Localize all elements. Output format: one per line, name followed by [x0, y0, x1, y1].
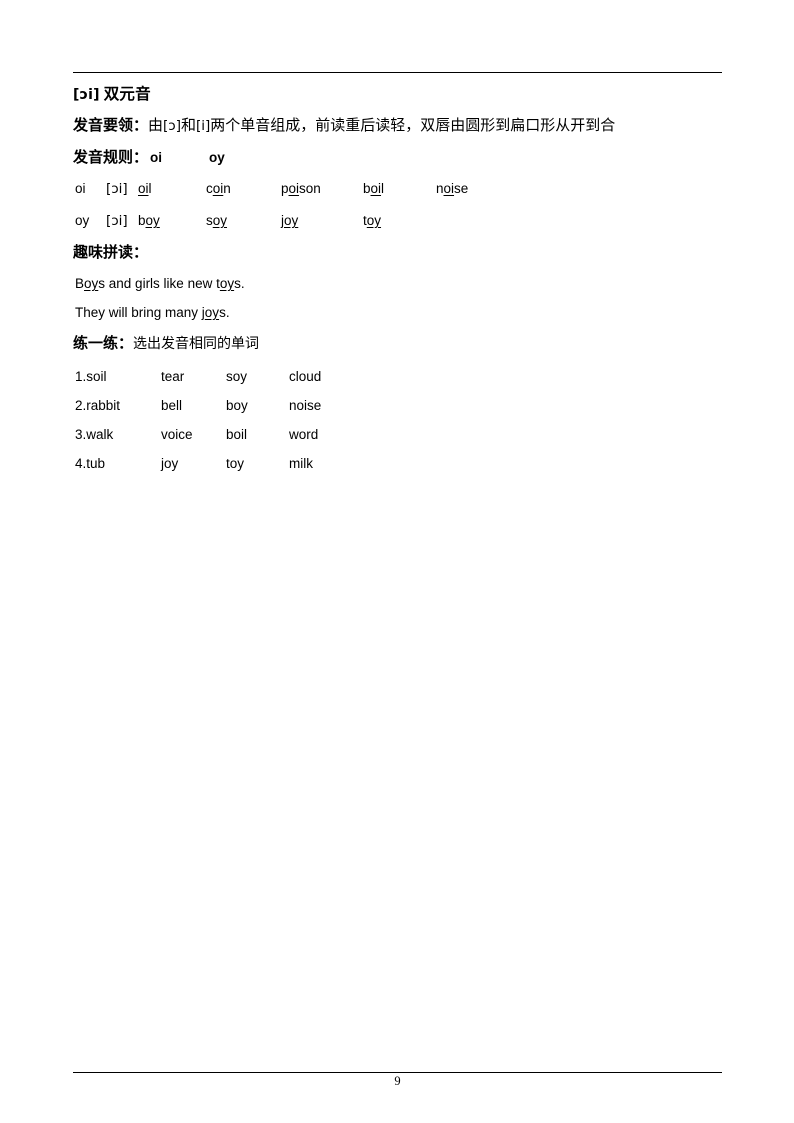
word-item: coin: [206, 173, 231, 205]
fun-reading-sentence: They will bring many joys.: [73, 298, 722, 327]
word-prefix: b: [363, 181, 371, 196]
sentence-part: s and girls like new t: [98, 276, 220, 291]
word-underlined: oi: [443, 181, 455, 196]
practice-row: 1.soil tear soy cloud: [73, 362, 722, 391]
practice-cell[interactable]: joy: [161, 449, 178, 478]
word-row-oi: oi [ɔi] oil coin poison boil noise: [73, 173, 722, 205]
practice-row: 4.tub joy toy milk: [73, 449, 722, 478]
word-item: boy: [138, 205, 160, 237]
word-underlined: oy: [145, 213, 160, 228]
word-suffix: son: [299, 181, 321, 196]
practice-cell[interactable]: boil: [226, 420, 247, 449]
key-points-ipa-2: [i]: [196, 118, 211, 134]
rules-label: 发音规则：: [73, 149, 149, 166]
document-page: [ɔi] 双元音 发音要领：由[ɔ]和[i]两个单音组成，前读重后读轻，双唇由圆形…: [0, 0, 794, 1123]
rules-line: 发音规则： oi oy: [73, 142, 722, 173]
key-points-part2: 和: [180, 117, 196, 134]
sentence-part: B: [75, 276, 85, 291]
rules-group-oy: oy: [209, 150, 225, 165]
word-row-key: oy: [75, 213, 90, 228]
sentence-part: s.: [234, 276, 245, 291]
word-row-ipa: [ɔi]: [106, 213, 128, 229]
key-points-label: 发音要领：: [73, 117, 149, 134]
word-underlined: oy: [212, 213, 228, 228]
sentence-part: They will bring many j: [75, 305, 205, 320]
word-underlined: oi: [138, 181, 149, 196]
word-underlined: oi: [212, 181, 224, 196]
key-points-part1: 由: [148, 117, 164, 134]
word-suffix: n: [223, 181, 231, 196]
word-suffix: se: [454, 181, 469, 196]
word-item: noise: [436, 173, 468, 205]
word-underlined: oi: [288, 181, 300, 196]
word-underlined: oi: [370, 181, 382, 196]
practice-row: 2.rabbit bell boy noise: [73, 391, 722, 420]
word-suffix: l: [148, 181, 152, 196]
word-underlined: oy: [366, 213, 382, 228]
practice-instruction: 选出发音相同的单词: [133, 335, 260, 351]
page-number: 9: [394, 1074, 401, 1088]
title-text: 双元音: [103, 86, 151, 103]
word-prefix: b: [138, 213, 146, 228]
practice-cell[interactable]: boy: [226, 391, 248, 420]
word-prefix: s: [206, 213, 213, 228]
header-rule: [73, 72, 722, 73]
practice-cell[interactable]: tear: [161, 362, 184, 391]
practice-cell[interactable]: cloud: [289, 362, 321, 391]
fun-reading-sentence: Boys and girls like new toys.: [73, 269, 722, 298]
word-suffix: l: [381, 181, 385, 196]
page-content: [ɔi] 双元音 发音要领：由[ɔ]和[i]两个单音组成，前读重后读轻，双唇由圆形…: [73, 80, 722, 478]
word-prefix: p: [281, 181, 289, 196]
practice-heading: 练一练：选出发音相同的单词: [73, 327, 722, 360]
sentence-part: s.: [219, 305, 230, 320]
rules-group-oi: oi: [150, 150, 163, 165]
word-item: soy: [206, 205, 227, 237]
key-points-line: 发音要领：由[ɔ]和[i]两个单音组成，前读重后读轻，双唇由圆形到扁口形从开到合: [73, 110, 722, 142]
word-prefix: c: [206, 181, 213, 196]
practice-cell[interactable]: 4.tub: [75, 449, 105, 478]
word-item: boil: [363, 173, 384, 205]
word-item: oil: [138, 173, 152, 205]
word-item: joy: [281, 205, 298, 237]
practice-cell[interactable]: bell: [161, 391, 182, 420]
practice-cell[interactable]: 2.rabbit: [75, 391, 120, 420]
fun-reading-heading: 趣味拼读：: [73, 244, 149, 261]
word-item: poison: [281, 173, 321, 205]
key-points-ipa-1: [ɔ]: [163, 118, 181, 134]
practice-cell[interactable]: 1.soil: [75, 362, 107, 391]
practice-label: 练一练：: [73, 335, 134, 352]
word-prefix: n: [436, 181, 444, 196]
word-underlined: oy: [284, 213, 299, 228]
word-row-key: oi: [75, 181, 86, 196]
practice-table: 1.soil tear soy cloud 2.rabbit bell boy …: [73, 362, 722, 478]
sentence-underlined: oy: [84, 276, 99, 291]
title-ipa: [ɔi]: [73, 87, 100, 103]
practice-cell[interactable]: toy: [226, 449, 244, 478]
practice-row: 3.walk voice boil word: [73, 420, 722, 449]
page-title: [ɔi] 双元音: [73, 80, 722, 110]
sentence-underlined: oy: [219, 276, 235, 291]
key-points-part3: 两个单音组成，前读重后读轻，双唇由圆形到扁口形从开到合: [210, 117, 616, 134]
practice-cell[interactable]: word: [289, 420, 318, 449]
practice-cell[interactable]: noise: [289, 391, 321, 420]
sentence-underlined: oy: [204, 305, 220, 320]
practice-cell[interactable]: voice: [161, 420, 193, 449]
word-item: toy: [363, 205, 381, 237]
word-row-oy: oy [ɔi] boy soy joy toy: [73, 205, 722, 237]
practice-cell[interactable]: milk: [289, 449, 313, 478]
practice-cell[interactable]: 3.walk: [75, 420, 113, 449]
practice-cell[interactable]: soy: [226, 362, 247, 391]
word-row-ipa: [ɔi]: [106, 181, 128, 197]
